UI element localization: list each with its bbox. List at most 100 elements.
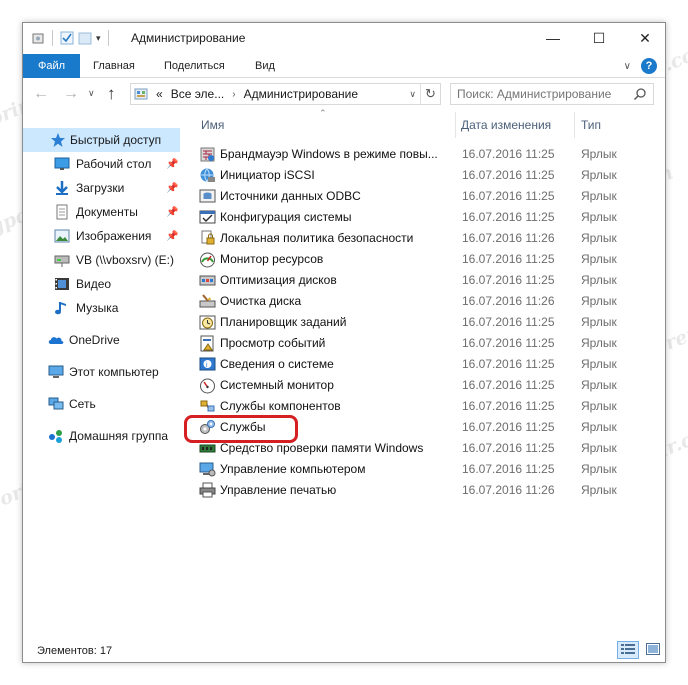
table-row[interactable]: Просмотр событий 16.07.2016 11:25 Ярлык (199, 333, 659, 354)
table-row[interactable]: Монитор ресурсов 16.07.2016 11:25 Ярлык (199, 249, 659, 270)
search-icon[interactable] (633, 87, 647, 104)
address-dropdown-icon[interactable]: ∨ (409, 89, 416, 100)
music-icon (54, 300, 70, 316)
ribbon-tabs: Файл Главная Поделиться Вид ∨ ? (23, 54, 665, 78)
table-row[interactable]: Системный монитор 16.07.2016 11:25 Ярлык (199, 375, 659, 396)
file-name: Службы компонентов (220, 399, 341, 413)
new-folder-icon[interactable] (78, 31, 92, 45)
file-type: Ярлык (581, 252, 617, 266)
file-date: 16.07.2016 11:25 (462, 252, 555, 266)
address-bar[interactable]: « Все эле... › Администрирование ∨ ↻ (130, 83, 441, 105)
table-row[interactable]: Источники данных ODBC 16.07.2016 11:25 Я… (199, 186, 659, 207)
defrag-icon (199, 272, 216, 289)
table-row[interactable]: Брандмауэр Windows в режиме повы... 16.0… (199, 144, 659, 165)
column-name[interactable]: Имя (201, 112, 224, 138)
sort-ascending-icon: ⌃ (319, 108, 327, 118)
file-name: Монитор ресурсов (220, 252, 324, 266)
details-view-button[interactable] (617, 641, 639, 659)
table-row[interactable]: Службы компонентов 16.07.2016 11:25 Ярлы… (199, 396, 659, 417)
nav-item-this-pc[interactable]: Этот компьютер (23, 360, 180, 384)
checkmark-icon[interactable] (60, 31, 74, 45)
nav-item-label: Загрузки (76, 181, 125, 195)
nav-item-desktop[interactable]: Рабочий стол 📌 (23, 152, 180, 176)
file-name: Локальная политика безопасности (220, 231, 414, 245)
nav-item-music[interactable]: Музыка (23, 296, 180, 320)
tab-home[interactable]: Главная (93, 54, 135, 78)
nav-item-label: Быстрый доступ (70, 133, 162, 147)
column-date[interactable]: Дата изменения (461, 112, 551, 138)
nav-item-downloads[interactable]: Загрузки 📌 (23, 176, 180, 200)
pin-icon[interactable]: 📌 (166, 231, 178, 242)
network-drive-icon (54, 252, 70, 268)
table-row[interactable]: Управление компьютером 16.07.2016 11:25 … (199, 459, 659, 480)
back-arrow-icon[interactable]: ← (33, 85, 49, 103)
up-arrow-icon[interactable]: ↑ (107, 84, 116, 104)
nav-item-videos[interactable]: Видео (23, 272, 180, 296)
table-row[interactable]: Управление печатью 16.07.2016 11:26 Ярлы… (199, 480, 659, 501)
minimize-button[interactable]: — (530, 23, 576, 53)
column-type[interactable]: Тип (581, 112, 601, 138)
close-icon: ✕ (639, 29, 651, 46)
large-icons-view-button[interactable] (642, 641, 664, 659)
item-count: Элементов: 17 (37, 645, 113, 657)
file-date: 16.07.2016 11:25 (462, 315, 555, 329)
expand-ribbon-icon[interactable]: ∨ (624, 61, 631, 72)
properties-icon[interactable] (31, 31, 45, 45)
search-box[interactable] (450, 83, 654, 105)
nav-item-network[interactable]: Сеть (23, 392, 180, 416)
table-row[interactable]: Инициатор iSCSI 16.07.2016 11:25 Ярлык (199, 165, 659, 186)
breadcrumb-administration[interactable]: Администрирование (244, 87, 358, 101)
breadcrumb-chevron-icon[interactable]: › (232, 89, 235, 100)
title-bar: ▾ Администрирование — ☐ ✕ (23, 23, 665, 53)
table-row[interactable]: Локальная политика безопасности 16.07.20… (199, 228, 659, 249)
nav-item-homegroup[interactable]: Домашняя группа (23, 424, 180, 448)
table-row[interactable]: Оптимизация дисков 16.07.2016 11:25 Ярлы… (199, 270, 659, 291)
network-icon (48, 396, 64, 412)
onedrive-icon (48, 332, 64, 348)
table-row[interactable]: Конфигурация системы 16.07.2016 11:25 Яр… (199, 207, 659, 228)
table-row[interactable]: Планировщик заданий 16.07.2016 11:25 Ярл… (199, 312, 659, 333)
nav-item-pictures[interactable]: Изображения 📌 (23, 224, 180, 248)
file-type: Ярлык (581, 399, 617, 413)
file-date: 16.07.2016 11:26 (462, 231, 555, 245)
file-type: Ярлык (581, 441, 617, 455)
file-name: Инициатор iSCSI (220, 168, 315, 182)
msconfig-icon (199, 209, 216, 226)
table-row[interactable]: Очистка диска 16.07.2016 11:26 Ярлык (199, 291, 659, 312)
print-management-icon (199, 482, 216, 499)
toolbar-separator (52, 30, 53, 46)
security-policy-icon (199, 230, 216, 247)
search-input[interactable] (457, 87, 617, 101)
nav-item-label: Этот компьютер (69, 365, 159, 379)
ribbon-right-controls: ∨ ? (624, 58, 657, 74)
qat-dropdown-icon[interactable]: ▾ (96, 33, 101, 44)
file-type: Ярлык (581, 294, 617, 308)
tab-file[interactable]: Файл (23, 54, 80, 78)
maximize-button[interactable]: ☐ (576, 23, 622, 53)
refresh-icon[interactable]: ↻ (420, 84, 440, 104)
help-icon[interactable]: ? (641, 58, 657, 74)
nav-item-documents[interactable]: Документы 📌 (23, 200, 180, 224)
table-row[interactable]: i Сведения о системе 16.07.2016 11:25 Яр… (199, 354, 659, 375)
breadcrumb-all-items[interactable]: Все эле... (171, 87, 225, 101)
pin-icon[interactable]: 📌 (166, 159, 178, 170)
nav-item-label: Видео (76, 277, 112, 291)
column-divider[interactable] (574, 112, 575, 138)
file-date: 16.07.2016 11:25 (462, 273, 555, 287)
pin-icon[interactable]: 📌 (166, 207, 178, 218)
nav-item-label: OneDrive (69, 333, 120, 347)
column-divider[interactable] (455, 112, 456, 138)
nav-item-onedrive[interactable]: OneDrive (23, 328, 180, 352)
recent-locations-icon[interactable]: ∨ (88, 88, 95, 99)
tab-share[interactable]: Поделиться (164, 54, 225, 78)
nav-item-quick-access[interactable]: Быстрый доступ (23, 128, 180, 152)
details-view-icon (621, 643, 635, 658)
tab-view[interactable]: Вид (255, 54, 275, 78)
close-button[interactable]: ✕ (622, 23, 665, 53)
star-icon (50, 132, 66, 148)
address-overflow[interactable]: « (156, 87, 163, 101)
file-date: 16.07.2016 11:25 (462, 147, 555, 161)
forward-arrow-icon[interactable]: → (63, 85, 79, 103)
nav-item-vb-drive[interactable]: VB (\\vboxsrv) (E:) (23, 248, 180, 272)
pin-icon[interactable]: 📌 (166, 183, 178, 194)
